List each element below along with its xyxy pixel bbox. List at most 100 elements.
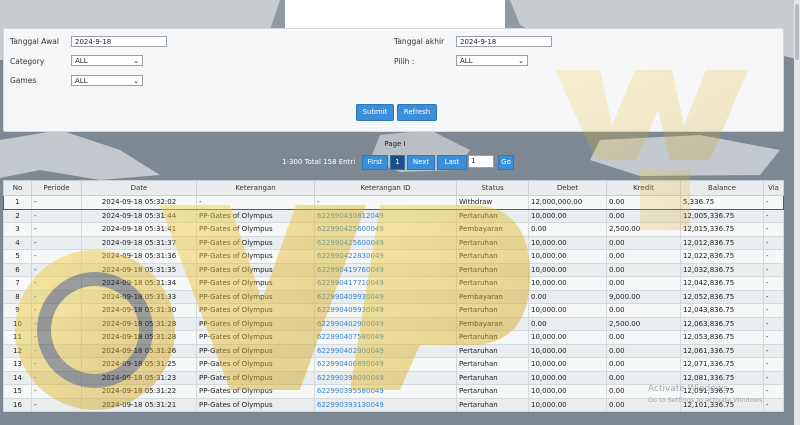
page-scrollbar[interactable] xyxy=(794,0,800,425)
cell-periode: - xyxy=(31,222,82,237)
table-row[interactable]: 3-2024-09-18 05:31:41 PP-Gates of Olympus… xyxy=(3,222,784,237)
category-label: Category xyxy=(10,57,45,66)
cell-status: Pertaruhan xyxy=(456,357,529,372)
cell-no: 10 xyxy=(3,316,32,331)
table-row[interactable]: 1-2024-09-18 05:32:02- - Withdraw 12,000,00… xyxy=(3,195,784,210)
cell-keterangan-id[interactable]: 622990409930049 xyxy=(314,289,457,304)
scrollbar-thumb[interactable] xyxy=(795,4,799,60)
cell-balance: 5,336.75 xyxy=(680,195,764,210)
cell-via: - xyxy=(763,235,784,250)
cell-date: 2024-09-18 05:31:30 xyxy=(81,303,197,318)
table-row[interactable]: 9-2024-09-18 05:31:30 PP-Gates of Olympus… xyxy=(3,303,784,318)
games-select[interactable]: ALL ⌄ xyxy=(71,75,143,86)
cell-balance: 12,052,836.75 xyxy=(680,289,764,304)
tanggal-awal-label: Tanggal Awal xyxy=(10,37,59,46)
table-row[interactable]: 12-2024-09-18 05:31:26 PP-Gates of Olympu… xyxy=(3,343,784,358)
table-row[interactable]: 10-2024-09-18 05:31:28 PP-Gates of Olympu… xyxy=(3,316,784,331)
col-header-status[interactable]: Status xyxy=(456,180,529,196)
cell-date: 2024-09-18 05:31:44 xyxy=(81,208,197,223)
table-row[interactable]: 4-2024-09-18 05:31:37 PP-Gates of Olympus… xyxy=(3,235,784,250)
pilih-select[interactable]: ALL ⌄ xyxy=(456,55,528,66)
go-button[interactable]: Go xyxy=(498,155,514,170)
cell-no: 14 xyxy=(3,370,32,385)
table-row[interactable]: 14-2024-09-18 05:31:23 PP-Gates of Olympu… xyxy=(3,370,784,385)
cell-keterangan: PP-Gates of Olympus xyxy=(196,222,315,237)
activate-windows-notice: Activate Windows Go to Settings to activ… xyxy=(648,384,764,404)
cell-via: - xyxy=(763,384,784,399)
cell-keterangan-id[interactable]: 622990425600049 xyxy=(314,235,457,250)
cell-periode: - xyxy=(31,289,82,304)
transaction-table: No Periode Date Keterangan Keterangan ID… xyxy=(3,180,784,412)
cell-kredit: 0.00 xyxy=(606,370,681,385)
current-page-button[interactable]: 1 xyxy=(390,155,405,170)
col-header-via[interactable]: Via xyxy=(763,180,784,196)
cell-keterangan-id[interactable]: 622990409930049 xyxy=(314,303,457,318)
cell-keterangan-id[interactable]: 622990407580049 xyxy=(314,330,457,345)
cell-balance: 12,042,836.75 xyxy=(680,276,764,291)
cell-date: 2024-09-18 05:31:28 xyxy=(81,316,197,331)
pagination-bar: Page I 1-300 Total 158 Entri First 1 Nex… xyxy=(0,134,800,174)
cell-no: 1 xyxy=(3,195,32,210)
games-select-value: ALL xyxy=(75,77,88,85)
cell-status: Pertaruhan xyxy=(456,262,529,277)
table-row[interactable]: 8-2024-09-18 05:31:33 PP-Gates of Olympus… xyxy=(3,289,784,304)
table-body: 1-2024-09-18 05:32:02- - Withdraw 12,000,00… xyxy=(3,195,784,412)
last-page-button[interactable]: Last xyxy=(437,155,467,170)
cell-kredit: 0.00 xyxy=(606,276,681,291)
first-page-button[interactable]: First xyxy=(362,155,388,170)
cell-no: 16 xyxy=(3,397,32,412)
next-page-button[interactable]: Next xyxy=(407,155,435,170)
cell-keterangan-id[interactable]: 622990398090049 xyxy=(314,370,457,385)
cell-via: - xyxy=(763,289,784,304)
cell-no: 7 xyxy=(3,276,32,291)
cell-keterangan-id[interactable]: 622990393130049 xyxy=(314,397,457,412)
table-row[interactable]: 11-2024-09-18 05:31:28 PP-Gates of Olympu… xyxy=(3,330,784,345)
tanggal-awal-input[interactable]: 2024-9-18 xyxy=(71,36,167,47)
col-header-date[interactable]: Date xyxy=(81,180,197,196)
cell-status: Pertaruhan xyxy=(456,330,529,345)
col-header-periode[interactable]: Periode xyxy=(31,180,82,196)
cell-date: 2024-09-18 05:31:34 xyxy=(81,276,197,291)
submit-button[interactable]: Submit xyxy=(356,104,394,121)
cell-keterangan-id[interactable]: 622990425600049 xyxy=(314,222,457,237)
cell-balance: 12,071,336.75 xyxy=(680,357,764,372)
col-header-balance[interactable]: Balance xyxy=(680,180,764,196)
table-row[interactable]: 2-2024-09-18 05:31:44 PP-Gates of Olympus… xyxy=(3,208,784,223)
cell-keterangan-id[interactable]: 622990400890049 xyxy=(314,357,457,372)
cell-keterangan-id[interactable]: 622990419760049 xyxy=(314,262,457,277)
cell-status: Pertaruhan xyxy=(456,397,529,412)
page-number-input[interactable]: 1 xyxy=(468,155,494,168)
col-header-no[interactable]: No xyxy=(3,180,32,196)
cell-balance: 12,043,836.75 xyxy=(680,303,764,318)
category-select[interactable]: ALL ⌄ xyxy=(71,55,143,66)
cell-status: Pertaruhan xyxy=(456,370,529,385)
col-header-kredit[interactable]: Kredit xyxy=(606,180,681,196)
cell-no: 6 xyxy=(3,262,32,277)
table-row[interactable]: 5-2024-09-18 05:31:36 PP-Gates of Olympus… xyxy=(3,249,784,264)
cell-periode: - xyxy=(31,208,82,223)
cell-no: 12 xyxy=(3,343,32,358)
cell-keterangan-id[interactable]: 622990395580049 xyxy=(314,384,457,399)
cell-via: - xyxy=(763,262,784,277)
cell-balance: 12,063,836.75 xyxy=(680,316,764,331)
cell-keterangan-id[interactable]: 622990422830049 xyxy=(314,249,457,264)
cell-keterangan: PP-Gates of Olympus xyxy=(196,357,315,372)
cell-via: - xyxy=(763,316,784,331)
cell-debet: 10,000.00 xyxy=(528,249,607,264)
cell-debet: 10,000.00 xyxy=(528,330,607,345)
cell-status: Pertaruhan xyxy=(456,303,529,318)
cell-keterangan: PP-Gates of Olympus xyxy=(196,384,315,399)
col-header-keterangan[interactable]: Keterangan xyxy=(196,180,315,196)
table-row[interactable]: 7-2024-09-18 05:31:34 PP-Gates of Olympus… xyxy=(3,276,784,291)
col-header-debet[interactable]: Debet xyxy=(528,180,607,196)
cell-keterangan-id[interactable]: 622990417710049 xyxy=(314,276,457,291)
cell-keterangan-id[interactable]: 622990402900049 xyxy=(314,316,457,331)
table-row[interactable]: 6-2024-09-18 05:31:35 PP-Gates of Olympus… xyxy=(3,262,784,277)
refresh-button[interactable]: Refresh xyxy=(397,104,437,121)
tanggal-akhir-input[interactable]: 2024-9-18 xyxy=(456,36,552,47)
cell-via: - xyxy=(763,222,784,237)
cell-keterangan-id[interactable]: 622990430812049 xyxy=(314,208,457,223)
table-row[interactable]: 13-2024-09-18 05:31:25 PP-Gates of Olympu… xyxy=(3,357,784,372)
cell-keterangan-id[interactable]: 622990402900049 xyxy=(314,343,457,358)
col-header-keterangan-id[interactable]: Keterangan ID xyxy=(314,180,457,196)
